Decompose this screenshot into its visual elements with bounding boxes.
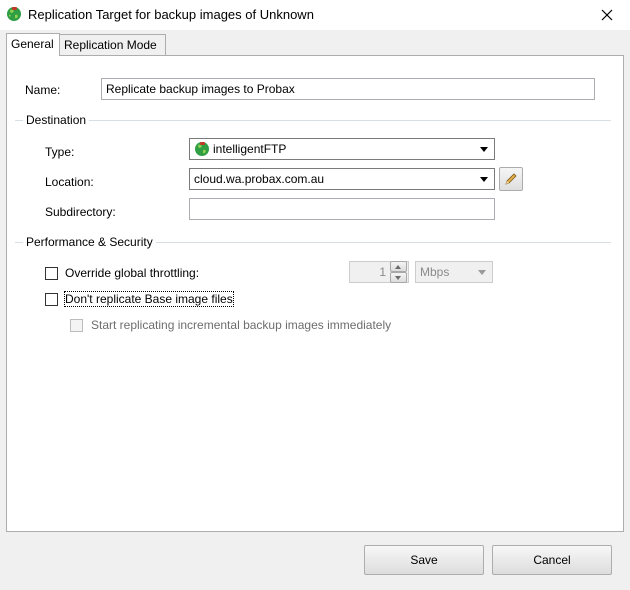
throttle-spinner[interactable] xyxy=(390,261,407,283)
subdirectory-input[interactable] xyxy=(189,198,495,220)
dont-replicate-base-label: Don't replicate Base image files xyxy=(64,291,234,307)
location-label: Location: xyxy=(45,175,94,189)
override-throttling-checkbox[interactable] xyxy=(45,267,58,280)
dialog-body: General Replication Mode Name: Replicate… xyxy=(0,30,630,590)
edit-location-button[interactable] xyxy=(499,167,523,191)
pencil-icon xyxy=(505,173,517,185)
subdirectory-label: Subdirectory: xyxy=(45,205,116,219)
chevron-down-icon xyxy=(480,147,488,152)
tab-general[interactable]: General xyxy=(6,33,60,56)
app-globe-icon xyxy=(6,6,22,22)
override-throttling-label: Override global throttling: xyxy=(65,266,200,280)
name-label: Name: xyxy=(25,83,61,97)
intelligentftp-globe-icon xyxy=(194,141,210,157)
type-select-value: intelligentFTP xyxy=(213,142,287,156)
close-icon xyxy=(601,9,613,21)
throttle-unit-select[interactable]: Mbps xyxy=(415,261,493,283)
window-title: Replication Target for backup images of … xyxy=(28,7,314,22)
cancel-button[interactable]: Cancel xyxy=(492,545,612,575)
throttle-unit-value: Mbps xyxy=(420,265,450,279)
save-button[interactable]: Save xyxy=(364,545,484,575)
start-incremental-label: Start replicating incremental backup ima… xyxy=(91,318,392,332)
start-incremental-checkbox[interactable] xyxy=(70,319,83,332)
close-button[interactable] xyxy=(584,0,630,30)
chevron-down-icon xyxy=(480,177,488,182)
type-select[interactable]: intelligentFTP xyxy=(189,138,495,160)
dont-replicate-base-checkbox[interactable] xyxy=(45,293,58,306)
spin-up-icon[interactable] xyxy=(390,261,407,272)
title-bar: Replication Target for backup images of … xyxy=(0,0,630,30)
performance-group-title: Performance & Security xyxy=(23,235,156,249)
name-input[interactable]: Replicate backup images to Probax xyxy=(101,78,595,100)
throttle-value: 1 xyxy=(379,265,386,279)
location-select-value: cloud.wa.probax.com.au xyxy=(194,172,325,186)
location-select[interactable]: cloud.wa.probax.com.au xyxy=(189,168,495,190)
general-tab-panel: Name: Replicate backup images to Probax … xyxy=(6,55,624,532)
tab-replication-mode[interactable]: Replication Mode xyxy=(60,34,166,56)
type-label: Type: xyxy=(45,145,75,159)
chevron-down-icon xyxy=(478,270,486,275)
destination-group-title: Destination xyxy=(23,113,90,127)
destination-group-line xyxy=(15,120,611,121)
spin-down-icon[interactable] xyxy=(390,272,407,283)
